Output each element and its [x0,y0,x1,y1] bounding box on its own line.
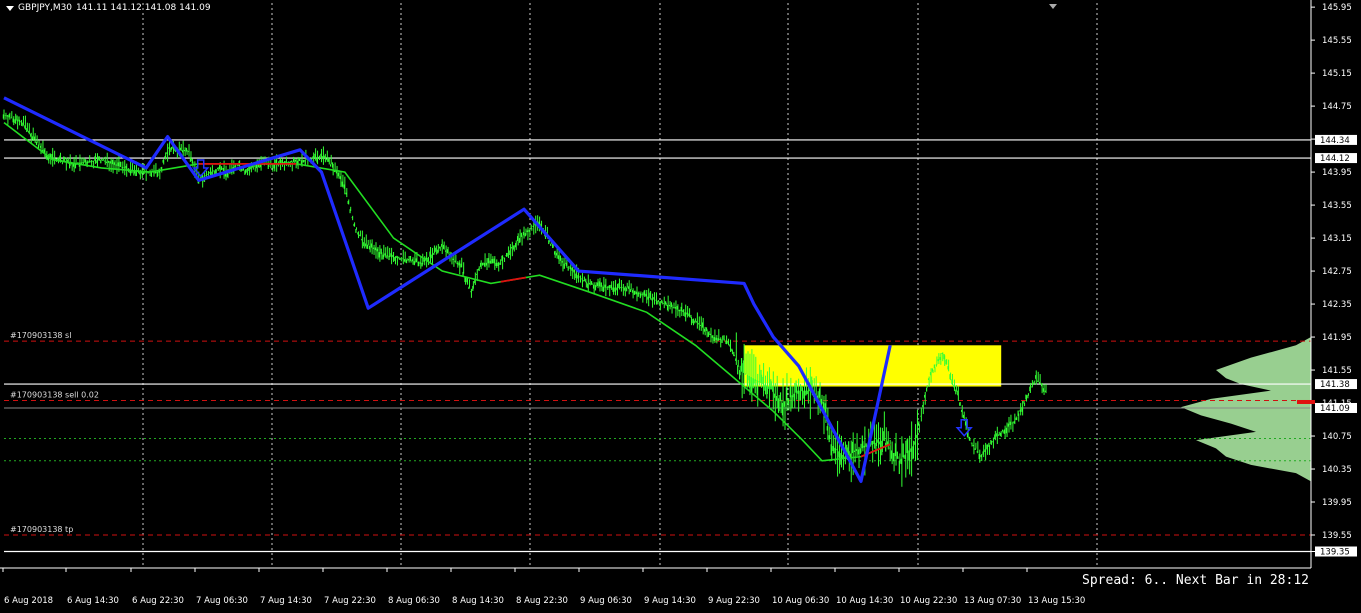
symbol-label: GBPJPY,M30 [18,3,73,13]
scroll-marker-icon [1049,4,1057,9]
time-tick-label: 10 Aug 06:30 [772,596,829,606]
price-tick-label: 144.75 [1322,102,1352,112]
order-line-label: #170903138 tp [10,525,73,534]
price-tick-label: 142.35 [1322,300,1352,310]
ohlc-values: 141.11 141.12 141.08 141.09 [76,3,211,13]
time-tick-label: 6 Aug 14:30 [67,596,119,606]
grid-layer [142,3,1098,568]
price-tick-label: 143.15 [1322,234,1352,244]
price-tick-label: 140.35 [1322,465,1352,475]
time-tick-label: 7 Aug 22:30 [324,596,376,606]
time-tick-label: 8 Aug 14:30 [452,596,504,606]
time-tick-label: 9 Aug 14:30 [644,596,696,606]
chart-header: GBPJPY,M30 141.11 141.12 141.08 141.09 [6,3,211,13]
moving-average-red-segment [500,276,527,283]
current-price-marker [1297,399,1315,404]
price-chart[interactable]: #170903138 sl #170903138 sell 0.02 #170903… [0,0,1361,613]
price-tick-label: 145.95 [1322,3,1352,13]
time-tick-label: 10 Aug 22:30 [900,596,957,606]
time-tick-label: 9 Aug 06:30 [580,596,632,606]
time-tick-label: 6 Aug 22:30 [132,596,184,606]
volume-profile [1181,337,1311,482]
price-level-label: 144.12 [1320,154,1350,164]
price-level-label: 141.38 [1320,380,1350,390]
time-tick-label: 7 Aug 14:30 [260,596,312,606]
price-level-label: 139.35 [1320,548,1350,558]
price-tick-label: 141.95 [1322,333,1352,343]
time-tick-label: 8 Aug 06:30 [388,596,440,606]
time-tick-label: 8 Aug 22:30 [516,596,568,606]
price-tick-label: 145.15 [1322,69,1352,79]
price-tick-label: 142.75 [1322,267,1352,277]
time-tick-label: 7 Aug 06:30 [196,596,248,606]
volume-profile-shape [1181,337,1311,482]
price-tick-label: 139.95 [1322,498,1352,508]
horizontal-levels: #170903138 sl #170903138 sell 0.02 #170903… [4,139,1311,553]
price-level-label: 141.09 [1320,404,1350,414]
spread-status: Spread: 6.. Next Bar in 28:12 [1082,573,1309,588]
price-tick-label: 141.55 [1322,366,1352,376]
price-tick-label: 143.95 [1322,168,1352,178]
price-tick-label: 139.55 [1322,531,1352,541]
price-level-label: 144.34 [1320,136,1350,146]
chart-window[interactable]: #170903138 sl #170903138 sell 0.02 #170903… [0,0,1361,613]
time-tick-label: 9 Aug 22:30 [708,596,760,606]
sell-arrow-icon [955,419,973,437]
price-tick-label: 140.75 [1322,432,1352,442]
zigzag-layer [3,96,892,483]
price-axis: 145.95145.55145.15144.75144.35143.95143.… [1297,0,1357,568]
time-tick-label: 13 Aug 07:30 [964,596,1021,606]
order-line-label: #170903138 sell 0.02 [10,391,99,400]
price-tick-label: 143.55 [1322,201,1352,211]
zigzag-line [3,96,892,483]
order-line-label: #170903138 sl [10,331,71,340]
time-tick-label: 6 Aug 2018 [4,596,53,606]
time-tick-label: 10 Aug 14:30 [836,596,893,606]
price-tick-label: 145.55 [1322,36,1352,46]
candles-layer [2,109,1047,487]
chart-menu-triangle-icon[interactable] [6,5,14,11]
time-tick-label: 13 Aug 15:30 [1028,596,1085,606]
